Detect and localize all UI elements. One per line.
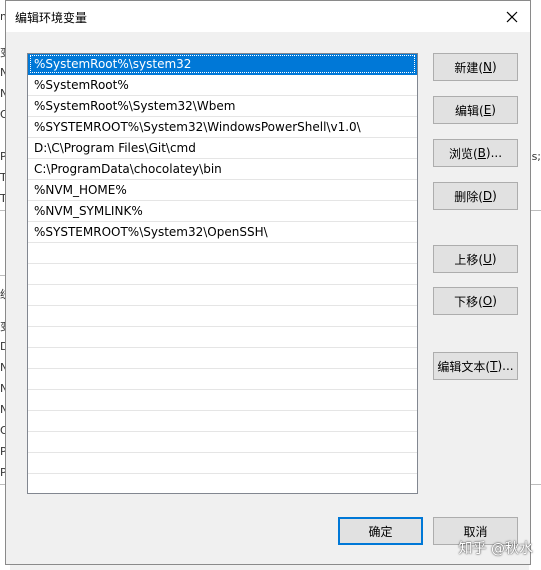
dialog-title: 编辑环境变量: [15, 11, 88, 25]
path-list-item[interactable]: %SYSTEMROOT%\System32\OpenSSH\: [28, 222, 417, 243]
close-button[interactable]: [494, 1, 530, 32]
path-list-item[interactable]: %SYSTEMROOT%\System32\WindowsPowerShell\…: [28, 117, 417, 138]
new-button[interactable]: 新建(N): [433, 53, 518, 81]
path-list-item[interactable]: [28, 432, 417, 453]
title-bar: 编辑环境变量: [6, 1, 530, 32]
path-list-item[interactable]: C:\ProgramData\chocolatey\bin: [28, 159, 417, 180]
path-list[interactable]: %SystemRoot%\system32 %SystemRoot% %System…: [27, 53, 418, 494]
path-list-item[interactable]: [28, 243, 417, 264]
path-list-item[interactable]: %SystemRoot%: [28, 75, 417, 96]
path-list-item[interactable]: [28, 453, 417, 474]
path-list-item[interactable]: [28, 411, 417, 432]
path-list-item[interactable]: [28, 327, 417, 348]
path-list-item[interactable]: [28, 369, 417, 390]
path-list-item[interactable]: %SystemRoot%\System32\Wbem: [28, 96, 417, 117]
path-list-item[interactable]: D:\C\Program Files\Git\cmd: [28, 138, 417, 159]
path-list-item[interactable]: [28, 474, 417, 493]
path-list-item[interactable]: [28, 285, 417, 306]
path-list-item[interactable]: [28, 390, 417, 411]
bg-fragment: s;: [531, 150, 541, 163]
path-list-item[interactable]: [28, 264, 417, 285]
watermark: 知乎 @秋水: [458, 541, 533, 557]
path-list-item[interactable]: [28, 306, 417, 327]
path-list-item[interactable]: %NVM_HOME%: [28, 180, 417, 201]
edit-button[interactable]: 编辑(E): [433, 96, 518, 124]
delete-button[interactable]: 删除(D): [433, 182, 518, 210]
path-list-item[interactable]: %SystemRoot%\system32: [28, 54, 417, 75]
edit-text-button[interactable]: 编辑文本(T)...: [433, 352, 518, 380]
move-up-button[interactable]: 上移(U): [433, 245, 518, 273]
close-icon: [506, 11, 518, 22]
path-list-item[interactable]: %NVM_SYMLINK%: [28, 201, 417, 222]
ok-button[interactable]: 确定: [338, 517, 423, 545]
edit-environment-variable-dialog: 编辑环境变量 %SystemRoot%\system32 %SystemRoot%…: [5, 0, 531, 565]
move-down-button[interactable]: 下移(O): [433, 287, 518, 315]
path-list-item[interactable]: [28, 348, 417, 369]
browse-button[interactable]: 浏览(B)...: [433, 139, 518, 167]
